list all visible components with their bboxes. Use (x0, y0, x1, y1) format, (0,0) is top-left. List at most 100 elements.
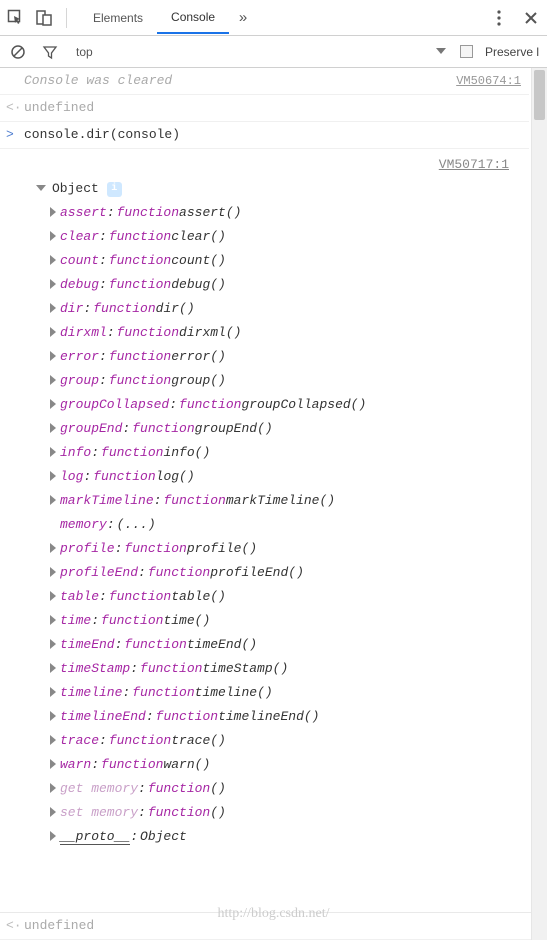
property-key: table (60, 585, 99, 609)
keyword-function: function (148, 777, 210, 801)
scrollbar-thumb[interactable] (534, 70, 545, 120)
object-property[interactable]: get memory: function () (50, 777, 521, 801)
object-property[interactable]: log: function log() (50, 465, 521, 489)
object-property[interactable]: timeline: function timeline() (50, 681, 521, 705)
keyword-function: function (101, 441, 163, 465)
object-proto[interactable]: __proto__: Object (50, 825, 521, 849)
object-label: Object (52, 177, 99, 201)
object-property[interactable]: warn: function warn() (50, 753, 521, 777)
property-key: timeline (60, 681, 122, 705)
panel-tabs: Elements Console » (79, 2, 253, 34)
console-filter-bar: top Preserve l (0, 36, 547, 68)
property-value: count() (171, 249, 226, 273)
dir-source-link[interactable]: VM50717:1 (439, 157, 509, 172)
tab-console[interactable]: Console (157, 2, 229, 34)
kebab-menu-icon[interactable] (489, 8, 509, 28)
context-selector[interactable]: top (72, 45, 424, 59)
tab-elements[interactable]: Elements (79, 3, 157, 33)
disclosure-right-icon (50, 351, 56, 361)
inspect-element-icon[interactable] (6, 8, 26, 28)
keyword-function: function (101, 609, 163, 633)
cleared-source-link[interactable]: VM50674:1 (448, 71, 521, 91)
context-dropdown-icon[interactable] (436, 42, 448, 62)
object-property[interactable]: set memory: function () (50, 801, 521, 825)
property-value: group() (171, 369, 226, 393)
object-property[interactable]: timeStamp: function timeStamp() (50, 657, 521, 681)
result-undefined: <· undefined (0, 95, 529, 122)
object-property[interactable]: assert: function assert() (50, 201, 521, 225)
property-key: error (60, 345, 99, 369)
info-badge-icon[interactable]: i (107, 182, 122, 197)
disclosure-right-icon (50, 735, 56, 745)
property-value: table() (171, 585, 226, 609)
property-key: timeEnd (60, 633, 115, 657)
close-devtools-icon[interactable] (521, 8, 541, 28)
dir-output: VM50717:1 Object i assert: function asse… (0, 149, 529, 859)
console-output: Console was cleared VM50674:1 <· undefin… (0, 68, 547, 940)
device-toolbar-icon[interactable] (34, 8, 54, 28)
object-property[interactable]: timeEnd: function timeEnd() (50, 633, 521, 657)
result-value: undefined (24, 916, 523, 936)
vertical-scrollbar[interactable] (531, 68, 547, 940)
object-property[interactable]: memory: (...) (50, 513, 521, 537)
property-value: trace() (171, 729, 226, 753)
object-property[interactable]: profileEnd: function profileEnd() (50, 561, 521, 585)
property-value: time() (163, 609, 210, 633)
disclosure-right-icon (50, 807, 56, 817)
object-property[interactable]: group: function group() (50, 369, 521, 393)
property-key: set memory (60, 801, 138, 825)
property-value: info() (163, 441, 210, 465)
object-property[interactable]: groupCollapsed: function groupCollapsed(… (50, 393, 521, 417)
object-property[interactable]: markTimeline: function markTimeline() (50, 489, 521, 513)
keyword-function: function (109, 585, 171, 609)
property-key: markTimeline (60, 489, 154, 513)
object-header[interactable]: Object i (36, 177, 521, 201)
disclosure-right-icon (50, 639, 56, 649)
object-property[interactable]: clear: function clear() (50, 225, 521, 249)
property-value: error() (171, 345, 226, 369)
property-value: dirxml() (179, 321, 241, 345)
object-property[interactable]: groupEnd: function groupEnd() (50, 417, 521, 441)
disclosure-right-icon (50, 831, 56, 841)
more-tabs-icon[interactable]: » (233, 8, 253, 28)
property-key: dir (60, 297, 83, 321)
property-key: profileEnd (60, 561, 138, 585)
object-property[interactable]: table: function table() (50, 585, 521, 609)
object-property[interactable]: trace: function trace() (50, 729, 521, 753)
filter-icon[interactable] (40, 42, 60, 62)
property-value: timeEnd() (187, 633, 257, 657)
property-key: warn (60, 753, 91, 777)
keyword-function: function (132, 417, 194, 441)
disclosure-right-icon (50, 495, 56, 505)
property-value: warn() (163, 753, 210, 777)
property-key: timeStamp (60, 657, 130, 681)
object-property[interactable]: dirxml: function dirxml() (50, 321, 521, 345)
disclosure-right-icon (50, 615, 56, 625)
object-property[interactable]: time: function time() (50, 609, 521, 633)
result-arrow-icon: <· (6, 916, 24, 936)
object-property[interactable]: profile: function profile() (50, 537, 521, 561)
disclosure-right-icon (50, 783, 56, 793)
keyword-function: function (109, 249, 171, 273)
object-property[interactable]: count: function count() (50, 249, 521, 273)
object-property[interactable]: debug: function debug() (50, 273, 521, 297)
console-cleared-message: Console was cleared VM50674:1 (0, 68, 529, 95)
disclosure-right-icon (50, 663, 56, 673)
disclosure-right-icon (50, 759, 56, 769)
preserve-log-checkbox[interactable] (460, 45, 473, 58)
disclosure-right-icon (50, 711, 56, 721)
object-property[interactable]: timelineEnd: function timelineEnd() (50, 705, 521, 729)
object-property[interactable]: dir: function dir() (50, 297, 521, 321)
disclosure-right-icon (50, 567, 56, 577)
object-property[interactable]: info: function info() (50, 441, 521, 465)
object-property[interactable]: error: function error() (50, 345, 521, 369)
property-key: debug (60, 273, 99, 297)
clear-console-icon[interactable] (8, 42, 28, 62)
disclosure-right-icon (50, 375, 56, 385)
disclosure-right-icon (50, 303, 56, 313)
property-key: time (60, 609, 91, 633)
property-value: Object (140, 825, 187, 849)
keyword-function: function (156, 705, 218, 729)
property-key: profile (60, 537, 115, 561)
disclosure-right-icon (50, 327, 56, 337)
